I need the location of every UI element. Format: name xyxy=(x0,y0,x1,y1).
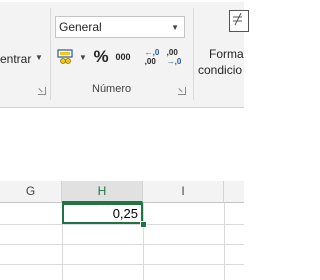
alignment-dialog-launcher-icon[interactable] xyxy=(38,87,46,95)
active-cell-h[interactable]: 0,25 xyxy=(62,203,143,224)
conditional-formatting-label[interactable]: Forma xyxy=(209,47,244,61)
increase-decimal-top: ←,0 xyxy=(144,48,160,57)
chevron-down-icon[interactable]: ▼ xyxy=(171,23,179,32)
percent-style-button[interactable]: % xyxy=(91,46,111,68)
column-header-i[interactable]: I xyxy=(143,181,224,203)
conditional-formatting-icon[interactable] xyxy=(229,10,249,32)
merge-center-button[interactable]: entrar xyxy=(0,52,31,66)
accounting-dropdown-arrow-icon[interactable]: ▼ xyxy=(79,53,87,62)
increase-decimal-button[interactable]: ←,0 ,00 xyxy=(142,47,162,67)
decrease-decimal-bottom: →,0 xyxy=(166,57,182,66)
decrease-decimal-button[interactable]: ,00 →,0 xyxy=(164,47,184,67)
decrease-decimal-top: ,00 xyxy=(166,48,178,57)
number-dialog-launcher-icon[interactable] xyxy=(178,87,186,95)
gridline xyxy=(224,203,225,280)
merge-dropdown-arrow-icon[interactable]: ▼ xyxy=(35,53,43,62)
ribbon-top-edge xyxy=(0,0,244,2)
conditional-formatting-label-line2[interactable]: condicio xyxy=(198,63,242,77)
column-header-next[interactable] xyxy=(224,181,244,203)
column-header-h[interactable]: H xyxy=(62,181,143,203)
comma-style-button[interactable]: 000 xyxy=(113,47,133,67)
number-format-combobox[interactable]: General ▼ xyxy=(55,16,185,38)
group-separator xyxy=(193,8,194,100)
group-separator xyxy=(50,8,51,100)
fill-handle[interactable] xyxy=(140,221,147,228)
number-group-label: Número xyxy=(92,83,132,95)
column-header-g[interactable]: G xyxy=(0,181,62,203)
gridline xyxy=(0,264,244,265)
gridline xyxy=(0,244,244,245)
gridline xyxy=(0,224,244,225)
number-format-value: General xyxy=(59,20,102,34)
accounting-format-icon[interactable] xyxy=(56,46,76,66)
increase-decimal-bottom: ,00 xyxy=(144,57,156,66)
gridline xyxy=(143,203,144,280)
ribbon: entrar ▼ General ▼ ▼ % 000 ←,0 ,00 ,00 →… xyxy=(0,0,249,108)
